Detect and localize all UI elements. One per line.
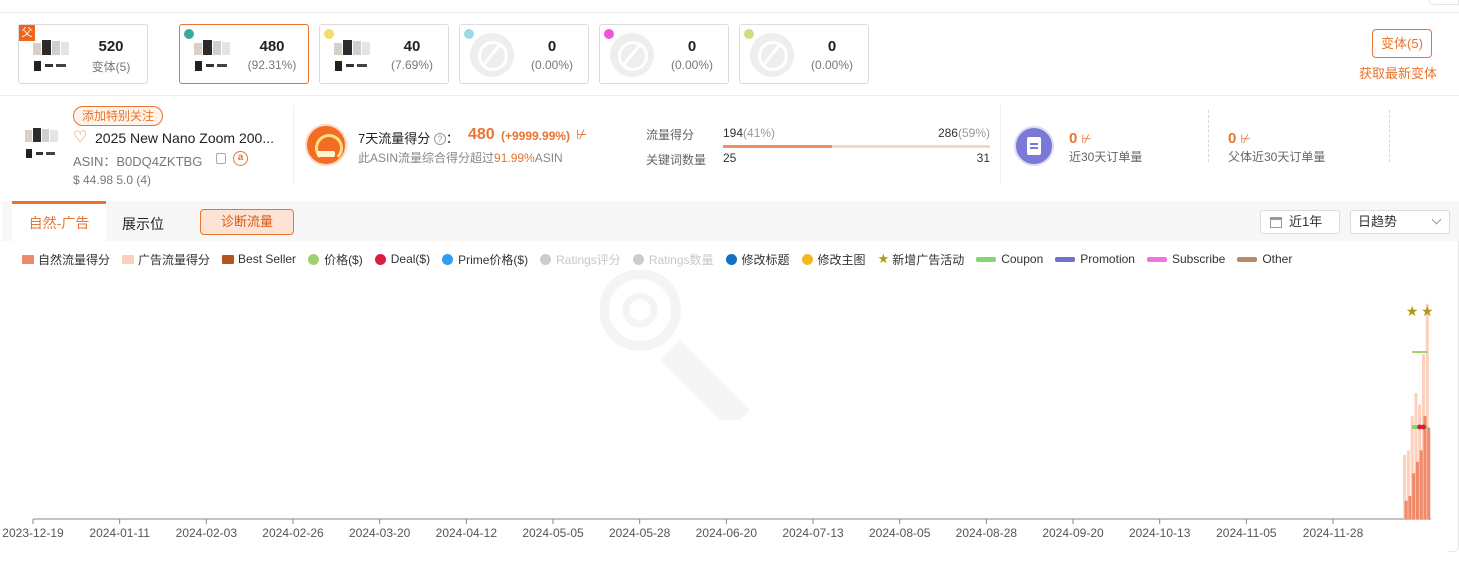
bar-natural-score xyxy=(1415,461,1419,519)
x-tick-label: 2024-07-13 xyxy=(782,526,844,540)
ad-campaign-star: ★ xyxy=(1421,303,1434,319)
x-tick-label: 2024-08-28 xyxy=(956,526,1018,540)
deal-dot xyxy=(1420,424,1426,430)
x-tick-label: 2024-09-20 xyxy=(1042,526,1104,540)
x-tick-label: 2024-08-05 xyxy=(869,526,931,540)
x-tick-label: 2024-05-28 xyxy=(609,526,671,540)
x-tick-label: 2024-06-20 xyxy=(696,526,758,540)
x-tick-label: 2024-03-20 xyxy=(349,526,411,540)
x-tick-label: 2023-12-19 xyxy=(2,526,64,540)
bar-natural-score xyxy=(1412,473,1416,519)
x-tick-label: 2024-11-05 xyxy=(1216,526,1277,540)
chart-frame xyxy=(1448,241,1459,552)
traffic-chart: 2023-12-19 2024-01-11 2024-02-03 2024-02-26… xyxy=(2,303,1434,540)
ad-campaign-star: ★ xyxy=(1406,303,1419,319)
x-tick-label: 2024-01-11 xyxy=(89,526,150,540)
bar-natural-score xyxy=(1408,496,1412,519)
bar-natural-score xyxy=(1427,427,1431,519)
x-tick-label: 2024-05-05 xyxy=(522,526,584,540)
bar-natural-score xyxy=(1419,450,1423,519)
x-tick-label: 2024-04-12 xyxy=(436,526,498,540)
x-tick-label: 2024-10-13 xyxy=(1129,526,1191,540)
x-tick-label: 2024-11-28 xyxy=(1303,526,1364,540)
bar-natural-score xyxy=(1423,415,1427,519)
x-tick-label: 2024-02-03 xyxy=(176,526,238,540)
bar-natural-score xyxy=(1404,500,1408,519)
x-tick-label: 2024-02-26 xyxy=(262,526,324,540)
